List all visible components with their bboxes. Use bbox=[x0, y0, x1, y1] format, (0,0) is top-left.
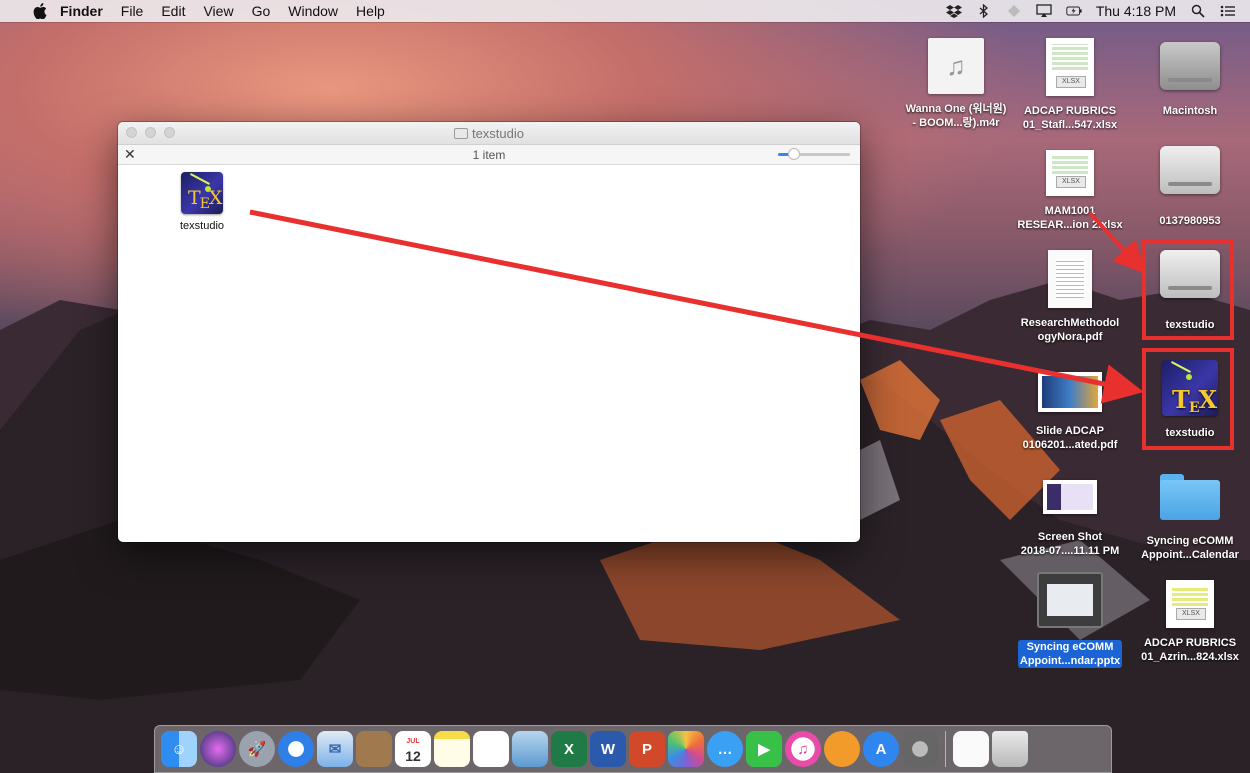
desktop-icon-label: Screen Shot 2018-07....11.11 PM bbox=[1020, 531, 1120, 557]
dock-finder-icon[interactable]: ☺ bbox=[161, 731, 197, 767]
desktop-icon-syncing-folder[interactable]: Syncing eCOMM Appoint...Calendar bbox=[1130, 474, 1250, 562]
window-item-texstudio[interactable]: TEX texstudio bbox=[166, 172, 238, 232]
window-titlebar[interactable]: texstudio bbox=[118, 122, 860, 145]
dock-facetime-icon[interactable]: ▶ bbox=[746, 731, 782, 767]
dock-siri-icon[interactable] bbox=[200, 731, 236, 767]
bluetooth-icon[interactable] bbox=[976, 4, 992, 18]
icon-size-slider[interactable] bbox=[778, 148, 850, 160]
pptx-file-icon bbox=[1037, 572, 1103, 628]
menu-window[interactable]: Window bbox=[288, 3, 338, 19]
dock-excel-icon[interactable]: X bbox=[551, 731, 587, 767]
close-x-icon[interactable]: ✕ bbox=[124, 146, 136, 163]
slider-knob[interactable] bbox=[788, 148, 800, 160]
xlsx-file-icon: XLSX bbox=[1046, 38, 1094, 96]
menu-file[interactable]: File bbox=[121, 3, 144, 19]
dock-messages-icon[interactable]: … bbox=[707, 731, 743, 767]
music-file-icon: ♫ bbox=[928, 38, 984, 94]
desktop-icon-label: ADCAP RUBRICS 01_Stafl...547.xlsx bbox=[1022, 105, 1118, 131]
dock-mail-icon[interactable]: ✉ bbox=[317, 731, 353, 767]
apple-menu-icon[interactable] bbox=[32, 3, 48, 19]
close-button[interactable] bbox=[126, 127, 137, 138]
dock-documents-icon[interactable] bbox=[953, 731, 989, 767]
desktop-icon-research-pdf[interactable]: ResearchMethodol ogyNora.pdf bbox=[1010, 250, 1130, 344]
desktop-icon-adcap-rubrics-1[interactable]: XLSX ADCAP RUBRICS 01_Stafl...547.xlsx bbox=[1010, 38, 1130, 132]
pdf-thumbnail-icon bbox=[1038, 372, 1102, 412]
hard-drive-icon bbox=[1160, 42, 1220, 90]
calendar-month: JUL bbox=[406, 738, 420, 745]
desktop-icon-slide-adcap[interactable]: Slide ADCAP 0106201...ated.pdf bbox=[1010, 372, 1130, 452]
xlsx-file-icon: XLSX bbox=[1046, 150, 1094, 196]
window-title-text: texstudio bbox=[471, 125, 525, 141]
window-item-label: texstudio bbox=[179, 220, 225, 232]
dock-safari-icon[interactable] bbox=[278, 731, 314, 767]
menu-go[interactable]: Go bbox=[252, 3, 271, 19]
desktop-icon-label-selected: Syncing eCOMM Appoint...ndar.pptx bbox=[1017, 640, 1123, 668]
notification-center-icon[interactable] bbox=[1220, 4, 1236, 18]
pdf-file-icon bbox=[1048, 250, 1092, 308]
desktop-icon-label: MAM1001 RESEAR...ion 2.xlsx bbox=[1017, 205, 1123, 231]
menu-bar: Finder File Edit View Go Window Help Thu… bbox=[0, 0, 1250, 22]
desktop-icon-adcap-rubrics-2[interactable]: XLSX ADCAP RUBRICS 01_Azrin...824.xlsx bbox=[1130, 580, 1250, 664]
spotlight-icon[interactable] bbox=[1190, 4, 1206, 18]
airplay-icon[interactable] bbox=[1036, 4, 1052, 18]
dock-system-preferences-icon[interactable] bbox=[902, 731, 938, 767]
item-count: 1 item bbox=[472, 147, 506, 162]
desktop-icon-label: 0137980953 bbox=[1159, 215, 1221, 227]
desktop-icon-macintosh[interactable]: Macintosh bbox=[1130, 42, 1250, 118]
menu-view[interactable]: View bbox=[203, 3, 233, 19]
window-title: texstudio bbox=[453, 125, 525, 141]
external-disk-icon bbox=[1160, 146, 1220, 194]
folder-icon bbox=[1160, 474, 1220, 520]
dock-preview-icon[interactable] bbox=[512, 731, 548, 767]
dock-reminders-icon[interactable] bbox=[473, 731, 509, 767]
desktop-icon-wanna-one[interactable]: ♫ Wanna One (워너원) - BOOM...랑).m4r bbox=[896, 38, 1016, 130]
finder-window: texstudio ✕ 1 item TEX texstudio bbox=[118, 122, 860, 542]
dock-launchpad-icon[interactable]: 🚀 bbox=[239, 731, 275, 767]
dropbox-icon[interactable] bbox=[945, 4, 962, 18]
menu-clock[interactable]: Thu 4:18 PM bbox=[1096, 3, 1176, 19]
dock-contacts-icon[interactable] bbox=[356, 731, 392, 767]
desktop-icon-label: ResearchMethodol ogyNora.pdf bbox=[1020, 317, 1120, 343]
dock-photos-icon[interactable] bbox=[668, 731, 704, 767]
calendar-date: 12 bbox=[405, 748, 421, 764]
dock: ☺ 🚀 ✉ JUL 12 X W P … ▶ ♫ A bbox=[154, 725, 1112, 773]
xlsx-file-icon: XLSX bbox=[1166, 580, 1214, 628]
desktop-icon-syncing-pptx[interactable]: Syncing eCOMM Appoint...ndar.pptx bbox=[1010, 572, 1130, 668]
annotation-box-texstudio-app bbox=[1142, 348, 1234, 450]
desktop-icon-label: ADCAP RUBRICS 01_Azrin...824.xlsx bbox=[1141, 637, 1239, 663]
desktop-icon-label: Macintosh bbox=[1162, 105, 1218, 117]
menu-help[interactable]: Help bbox=[356, 3, 385, 19]
dock-trash-icon[interactable] bbox=[992, 731, 1028, 767]
dock-ibooks-icon[interactable] bbox=[824, 731, 860, 767]
vpn-icon[interactable] bbox=[1006, 4, 1022, 18]
dock-calendar-icon[interactable]: JUL 12 bbox=[395, 731, 431, 767]
desktop-icon-disk-0137980953[interactable]: 0137980953 bbox=[1130, 146, 1250, 228]
texstudio-app-icon: TEX bbox=[181, 172, 223, 214]
desktop-icon-label: Syncing eCOMM Appoint...Calendar bbox=[1141, 535, 1239, 561]
dock-itunes-icon[interactable]: ♫ bbox=[785, 731, 821, 767]
window-controls bbox=[126, 127, 175, 138]
desktop-icon-label: Slide ADCAP 0106201...ated.pdf bbox=[1022, 425, 1118, 451]
menu-edit[interactable]: Edit bbox=[161, 3, 185, 19]
disk-mini-icon bbox=[453, 127, 468, 139]
window-status-bar: ✕ 1 item bbox=[118, 145, 860, 165]
dock-app-store-icon[interactable]: A bbox=[863, 731, 899, 767]
annotation-box-texstudio-disk bbox=[1142, 240, 1234, 340]
menu-app-name[interactable]: Finder bbox=[60, 3, 103, 19]
dock-powerpoint-icon[interactable]: P bbox=[629, 731, 665, 767]
screenshot-thumbnail-icon bbox=[1043, 480, 1097, 514]
dock-notes-icon[interactable] bbox=[434, 731, 470, 767]
minimize-button[interactable] bbox=[145, 127, 156, 138]
battery-icon[interactable] bbox=[1066, 4, 1082, 18]
zoom-button[interactable] bbox=[164, 127, 175, 138]
dock-word-icon[interactable]: W bbox=[590, 731, 626, 767]
dock-separator bbox=[945, 731, 946, 767]
desktop-icon-label: Wanna One (워너원) - BOOM...랑).m4r bbox=[905, 103, 1007, 129]
menu-extras: Thu 4:18 PM bbox=[945, 0, 1236, 22]
desktop-icon-screenshot[interactable]: Screen Shot 2018-07....11.11 PM bbox=[1010, 480, 1130, 558]
desktop-icon-mam1001[interactable]: XLSX MAM1001 RESEAR...ion 2.xlsx bbox=[1010, 150, 1130, 232]
